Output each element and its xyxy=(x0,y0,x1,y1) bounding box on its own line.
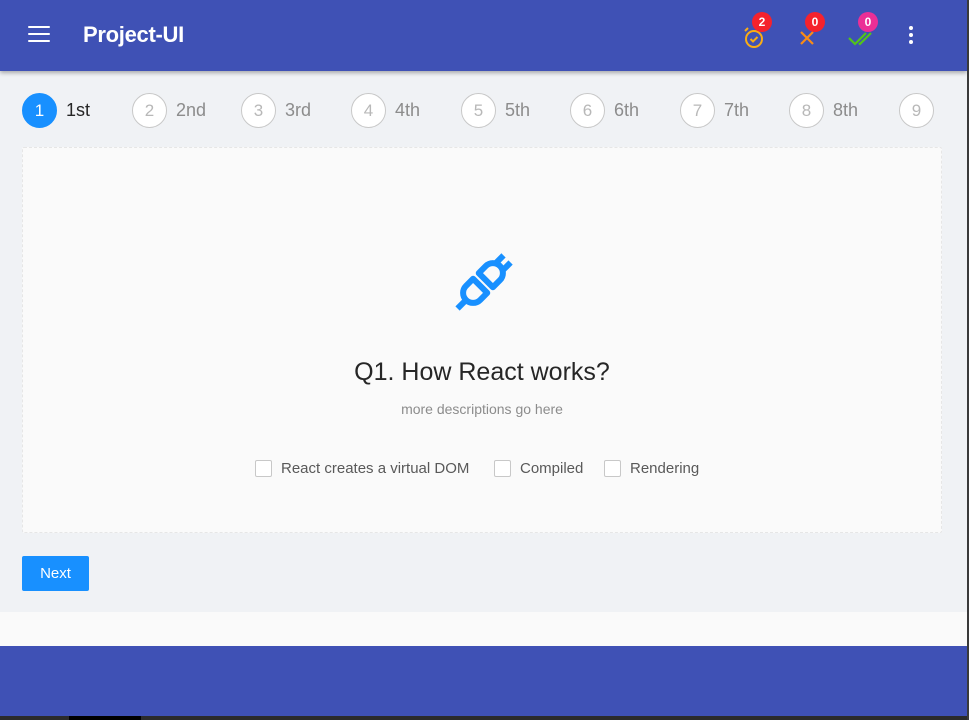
step-number: 5 xyxy=(461,93,496,128)
app-footer xyxy=(0,646,967,716)
step-number: 7 xyxy=(680,93,715,128)
app-header: Project-UI 2 0 0 xyxy=(0,0,967,71)
step-label: 3rd xyxy=(285,100,312,120)
option-label: React creates a virtual DOM xyxy=(281,460,470,477)
question-title: Q1. How React works? xyxy=(354,358,610,386)
alarm-count-badge: 2 xyxy=(752,12,772,32)
step-number: 4 xyxy=(351,93,386,128)
wrong-count-badge: 0 xyxy=(805,12,825,32)
taskbar-fragment xyxy=(69,716,141,720)
plug-icon xyxy=(455,253,513,311)
option-label: Compiled xyxy=(520,460,584,477)
more-vertical-icon[interactable] xyxy=(900,24,922,48)
checkbox[interactable] xyxy=(494,460,511,477)
next-button[interactable]: Next xyxy=(22,556,89,591)
step-label: 6th xyxy=(614,100,640,120)
step-number: 1 xyxy=(22,93,57,128)
step-number: 3 xyxy=(241,93,276,128)
step-label: 5th xyxy=(505,100,531,120)
step-label: 4th xyxy=(395,100,421,120)
app-title: Project-UI xyxy=(83,22,184,47)
wrong-answers-button[interactable]: 0 xyxy=(791,12,825,52)
step-number: 6 xyxy=(570,93,605,128)
step-number: 8 xyxy=(789,93,824,128)
step-label: 2nd xyxy=(176,100,207,120)
question-stepper: 1 1st 2 2nd 3 3rd 4 4th 5 5th 6 6th 7 7t… xyxy=(22,93,942,129)
question-card: Q1. How React works? more descriptions g… xyxy=(22,147,942,533)
option-label: Rendering xyxy=(630,460,700,477)
step-label: 7th xyxy=(724,100,750,120)
step-number: 2 xyxy=(132,93,167,128)
step-label: 8th xyxy=(833,100,859,120)
step-label: 1st xyxy=(66,100,91,120)
content-footer xyxy=(0,612,967,646)
correct-answers-button[interactable]: 0 xyxy=(844,12,878,52)
correct-count-badge: 0 xyxy=(858,12,878,32)
step-number: 9 xyxy=(899,93,934,128)
alarm-button[interactable]: 2 xyxy=(738,12,772,52)
checkbox[interactable] xyxy=(255,460,272,477)
menu-icon[interactable] xyxy=(28,26,50,44)
question-description: more descriptions go here xyxy=(401,401,563,417)
checkbox[interactable] xyxy=(604,460,621,477)
app-window: Project-UI 2 0 0 1 1st 2 2nd 3 3rd 4 4th… xyxy=(0,0,967,716)
